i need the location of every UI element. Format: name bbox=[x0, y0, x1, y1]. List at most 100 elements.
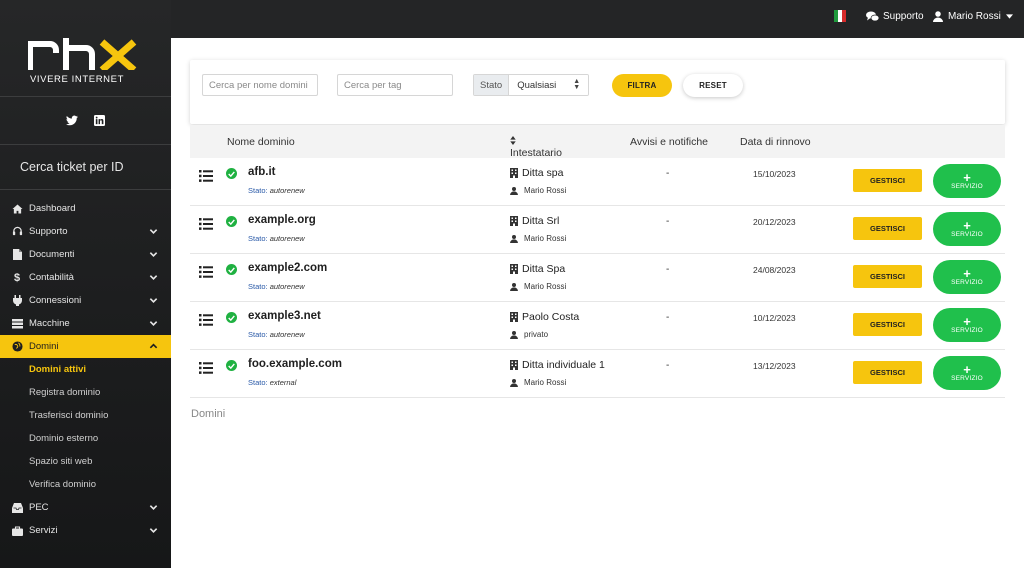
sidebar-subitem-spazio-siti-web[interactable]: Spazio siti web bbox=[0, 450, 171, 473]
linkedin-icon[interactable] bbox=[93, 114, 106, 127]
status-value: autorenew bbox=[269, 186, 305, 195]
building-icon bbox=[510, 312, 518, 322]
add-service-button[interactable]: + SERVIZIO bbox=[933, 212, 1001, 246]
status-value: autorenew bbox=[269, 282, 305, 291]
stato-select[interactable]: Qualsiasi ▲ ▼ bbox=[509, 75, 589, 95]
list-icon[interactable] bbox=[199, 314, 213, 326]
chevron-down-icon bbox=[149, 528, 158, 533]
server-icon bbox=[11, 318, 23, 330]
sidebar-subitem-dominio-esterno[interactable]: Dominio esterno bbox=[0, 427, 171, 450]
contact: Mario Rossi bbox=[510, 282, 566, 291]
domain-status: Stato: external bbox=[248, 378, 296, 387]
plus-icon: + bbox=[963, 170, 971, 185]
list-icon[interactable] bbox=[199, 218, 213, 230]
filter-button[interactable]: FILTRA bbox=[612, 74, 672, 97]
sidebar-subitem-domini-attivi[interactable]: Domini attivi bbox=[0, 358, 171, 381]
sidebar-subitem-trasferisci-dominio[interactable]: Trasferisci dominio bbox=[0, 404, 171, 427]
sort-icon bbox=[510, 136, 516, 145]
table-row: example2.com Stato: autorenew Ditta Spa … bbox=[190, 254, 1005, 302]
user-menu[interactable]: Mario Rossi bbox=[933, 11, 1013, 22]
list-icon[interactable] bbox=[199, 362, 213, 374]
globe-icon bbox=[11, 341, 23, 353]
column-header-sortable[interactable]: Intestatario bbox=[510, 136, 562, 159]
manage-button[interactable]: GESTISCI bbox=[853, 265, 922, 288]
column-header[interactable]: Nome dominio bbox=[227, 136, 295, 148]
main-content: Stato Qualsiasi ▲▼ FILTRA RESET Nome dom… bbox=[171, 38, 1024, 568]
support-link[interactable]: Supporto bbox=[866, 11, 924, 22]
sidebar-item-contabilita[interactable]: $ Contabilità bbox=[0, 266, 171, 289]
sidebar-item-label: Servizi bbox=[29, 525, 58, 536]
sidebar-item-macchine[interactable]: Macchine bbox=[0, 312, 171, 335]
status-label: Stato: bbox=[248, 186, 268, 195]
sidebar-item-supporto[interactable]: Supporto bbox=[0, 220, 171, 243]
sidebar-item-servizi[interactable]: Servizi bbox=[0, 519, 171, 542]
sidebar-item-documenti[interactable]: Documenti bbox=[0, 243, 171, 266]
sidebar-item-connessioni[interactable]: Connessioni bbox=[0, 289, 171, 312]
stato-selected-value: Qualsiasi bbox=[517, 79, 557, 91]
plug-icon bbox=[11, 295, 23, 307]
status-value: autorenew bbox=[269, 330, 305, 339]
building-icon bbox=[510, 264, 518, 274]
user-name: Mario Rossi bbox=[948, 11, 1001, 22]
logo[interactable]: VIVERE INTERNET bbox=[0, 0, 171, 97]
italian-flag-icon[interactable] bbox=[834, 10, 846, 22]
manage-button[interactable]: GESTISCI bbox=[853, 217, 922, 240]
add-service-button[interactable]: + SERVIZIO bbox=[933, 308, 1001, 342]
user-icon bbox=[510, 378, 518, 387]
sidebar-menu: Dashboard Supporto Documenti $ Contabili… bbox=[0, 197, 171, 542]
domain-name[interactable]: example3.net bbox=[248, 310, 321, 322]
list-icon[interactable] bbox=[199, 266, 213, 278]
table-row: example3.net Stato: autorenew Paolo Cost… bbox=[190, 302, 1005, 350]
domain-name[interactable]: example.org bbox=[248, 214, 316, 226]
chevron-up-icon bbox=[149, 343, 158, 349]
sidebar-item-label: Trasferisci dominio bbox=[29, 410, 109, 421]
headset-icon bbox=[11, 226, 23, 238]
domain-name-search-input[interactable] bbox=[202, 74, 318, 96]
user-icon bbox=[510, 282, 518, 291]
sidebar-subitem-registra-dominio[interactable]: Registra dominio bbox=[0, 381, 171, 404]
contact-name: Mario Rossi bbox=[524, 186, 567, 195]
document-icon bbox=[11, 249, 23, 261]
contact: privato bbox=[510, 330, 548, 339]
social-links bbox=[0, 97, 171, 145]
twitter-icon[interactable] bbox=[65, 115, 78, 127]
sidebar-subitem-verifica-dominio[interactable]: Verifica dominio bbox=[0, 473, 171, 496]
sidebar-item-label: Dominio esterno bbox=[29, 433, 99, 444]
add-service-button[interactable]: + SERVIZIO bbox=[933, 356, 1001, 390]
check-circle-icon bbox=[226, 312, 237, 323]
manage-button[interactable]: GESTISCI bbox=[853, 313, 922, 336]
check-circle-icon bbox=[226, 360, 237, 371]
manage-button[interactable]: GESTISCI bbox=[853, 361, 922, 384]
add-service-label: SERVIZIO bbox=[951, 279, 983, 286]
reset-button[interactable]: RESET bbox=[683, 74, 743, 97]
renewal-date: 20/12/2023 bbox=[753, 217, 796, 227]
renewal-date: 15/10/2023 bbox=[753, 169, 796, 179]
check-circle-icon bbox=[226, 168, 237, 179]
domain-status: Stato: autorenew bbox=[248, 186, 305, 195]
column-header: Avvisi e notifiche bbox=[630, 136, 709, 148]
add-service-button[interactable]: + SERVIZIO bbox=[933, 260, 1001, 294]
sidebar-item-pec[interactable]: PEC bbox=[0, 496, 171, 519]
sidebar-item-label: Connessioni bbox=[29, 295, 82, 306]
ticket-search[interactable]: Cerca ticket per ID bbox=[0, 145, 171, 190]
user-icon bbox=[933, 11, 943, 22]
chevron-down-icon bbox=[149, 252, 158, 257]
manage-button[interactable]: GESTISCI bbox=[853, 169, 922, 192]
domain-name[interactable]: afb.it bbox=[248, 166, 275, 178]
user-icon bbox=[510, 186, 518, 195]
add-service-button[interactable]: + SERVIZIO bbox=[933, 164, 1001, 198]
domain-name[interactable]: example2.com bbox=[248, 262, 327, 274]
sidebar: VIVERE INTERNET Cerca ticket per ID Dash… bbox=[0, 0, 171, 568]
rhx-logo bbox=[28, 38, 137, 70]
sidebar-item-domini[interactable]: Domini bbox=[0, 335, 171, 358]
tag-search-input[interactable] bbox=[337, 74, 453, 96]
list-icon[interactable] bbox=[199, 170, 213, 182]
owner-name: Ditta Srl bbox=[522, 215, 560, 227]
alerts: - bbox=[666, 264, 670, 275]
sidebar-item-label: Dashboard bbox=[29, 203, 76, 214]
sidebar-item-dashboard[interactable]: Dashboard bbox=[0, 197, 171, 220]
plus-icon: + bbox=[963, 362, 971, 377]
stato-filter[interactable]: Stato Qualsiasi ▲ ▼ bbox=[473, 74, 590, 96]
building-icon bbox=[510, 216, 518, 226]
domain-name[interactable]: foo.example.com bbox=[248, 358, 342, 370]
